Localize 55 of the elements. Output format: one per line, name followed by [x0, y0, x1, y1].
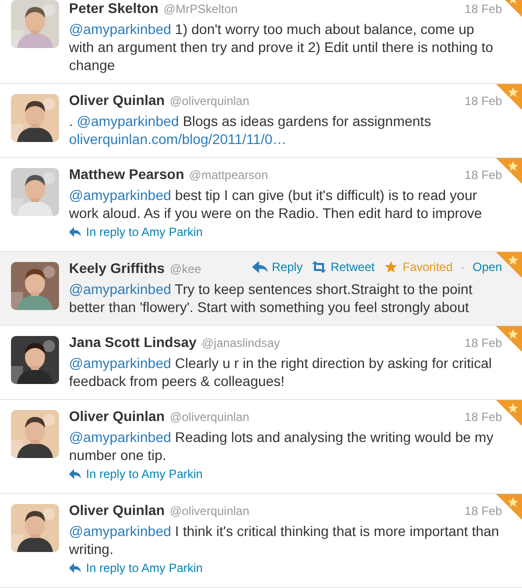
- tweet-text: @amyparkinbed 1) don't worry too much about balance, come up with an argument then try and prove it 2) Edit until there is nothing to change: [69, 20, 494, 74]
- reply-icon: [252, 261, 268, 273]
- mention-link[interactable]: @amyparkinbed: [69, 281, 172, 297]
- tweet-row[interactable]: Peter Skelton @MrPSkelton 18 Feb @amyparkinbed 1) don't worry too much about balance, come up with an argument then try and prove it 2) Edit until there is nothing to change: [0, 0, 522, 84]
- mention-link[interactable]: @amyparkinbed: [69, 187, 172, 203]
- tweet-row[interactable]: Oliver Quinlan @oliverquinlan 18 Feb @amyparkinbed I think it's critical thinking that is more important than writing. In reply to Amy Parkin: [0, 494, 522, 588]
- tweet-row[interactable]: Matthew Pearson @mattpearson 18 Feb @amyparkinbed best tip I can give (but it's difficult) is to read your work aloud. As if you were on the Radio. Then edit hard to improve In reply to Amy Parkin: [0, 158, 522, 252]
- tweet-row[interactable]: Oliver Quinlan @oliverquinlan 18 Feb @amyparkinbed Reading lots and analysing the writing would be my number one tip. In reply to Amy Parkin: [0, 400, 522, 494]
- user-name[interactable]: Peter Skelton: [69, 0, 158, 16]
- tweet-row[interactable]: Oliver Quinlan @oliverquinlan 18 Feb . @amyparkinbed Blogs as ideas gardens for assignments oliverquinlan.com/blog/2011/11/0…: [0, 84, 522, 158]
- tweet-text: @amyparkinbed Try to keep sentences short.Straight to the point better than 'flowery'. Start with something you feel strongly about: [69, 280, 474, 316]
- url-link[interactable]: oliverquinlan.com/blog/2011/11/0…: [69, 131, 286, 147]
- user-handle[interactable]: @oliverquinlan: [170, 94, 250, 108]
- mention-link[interactable]: @amyparkinbed: [76, 113, 179, 129]
- separator-dot: ·: [460, 260, 465, 274]
- open-action[interactable]: Open: [472, 260, 502, 274]
- tweet-row[interactable]: Keely Griffiths @kee Reply Retweet Favorited · Open @amyparkinbed Try to keep sentences short.Straight to the point better than 'flowery'. Start with something you feel strongly about: [0, 252, 522, 326]
- mention-link[interactable]: @amyparkinbed: [69, 523, 172, 539]
- user-name[interactable]: Matthew Pearson: [69, 166, 184, 182]
- retweet-icon: [310, 261, 327, 273]
- reply-icon: [69, 563, 81, 573]
- tweet-date[interactable]: 18 Feb: [464, 94, 502, 108]
- in-reply-link[interactable]: In reply to Amy Parkin: [69, 561, 203, 575]
- user-name[interactable]: Oliver Quinlan: [69, 408, 165, 424]
- tweet-text: @amyparkinbed best tip I can give (but it's difficult) is to read your work aloud. As if you were on the Radio. Then edit hard to improve: [69, 186, 483, 222]
- tweet-date[interactable]: 18 Feb: [464, 410, 502, 424]
- tweet-date[interactable]: 18 Feb: [464, 168, 502, 182]
- user-name[interactable]: Jana Scott Lindsay: [69, 334, 197, 350]
- user-handle[interactable]: @oliverquinlan: [170, 504, 250, 518]
- star-icon: [382, 261, 399, 273]
- user-handle[interactable]: @mattpearson: [189, 168, 268, 182]
- reply-icon: [69, 227, 81, 237]
- user-handle[interactable]: @kee: [170, 262, 202, 276]
- tweet-text: @amyparkinbed Reading lots and analysing the writing would be my number one tip.: [69, 428, 494, 464]
- tweet-date[interactable]: 18 Feb: [464, 336, 502, 350]
- tweet-row[interactable]: Jana Scott Lindsay @janaslindsay 18 Feb @amyparkinbed Clearly u r in the right direction by asking for critical feedback from peers & colleagues!: [0, 326, 522, 400]
- tweet-date[interactable]: 18 Feb: [464, 2, 502, 16]
- user-name[interactable]: Oliver Quinlan: [69, 502, 165, 518]
- in-reply-link[interactable]: In reply to Amy Parkin: [69, 225, 203, 239]
- reply-action[interactable]: Reply: [252, 260, 303, 274]
- user-name[interactable]: Keely Griffiths: [69, 260, 165, 276]
- user-handle[interactable]: @MrPSkelton: [163, 2, 238, 16]
- mention-link[interactable]: @amyparkinbed: [69, 429, 172, 445]
- in-reply-link[interactable]: In reply to Amy Parkin: [69, 467, 203, 481]
- tweet-date[interactable]: 18 Feb: [464, 504, 502, 518]
- retweet-action[interactable]: Retweet: [310, 260, 375, 274]
- reply-icon: [69, 469, 81, 479]
- mention-link[interactable]: @amyparkinbed: [69, 355, 172, 371]
- user-handle[interactable]: @oliverquinlan: [170, 410, 250, 424]
- tweet-text: @amyparkinbed Clearly u r in the right direction by asking for critical feedback from peers & colleagues!: [69, 354, 493, 390]
- tweet-text: . @amyparkinbed Blogs as ideas gardens for assignments oliverquinlan.com/blog/2011/11/0…: [69, 112, 432, 148]
- mention-link[interactable]: @amyparkinbed: [69, 21, 172, 37]
- user-name[interactable]: Oliver Quinlan: [69, 92, 165, 108]
- tweet-text: @amyparkinbed I think it's critical thinking that is more important than writing.: [69, 522, 500, 558]
- user-handle[interactable]: @janaslindsay: [202, 336, 280, 350]
